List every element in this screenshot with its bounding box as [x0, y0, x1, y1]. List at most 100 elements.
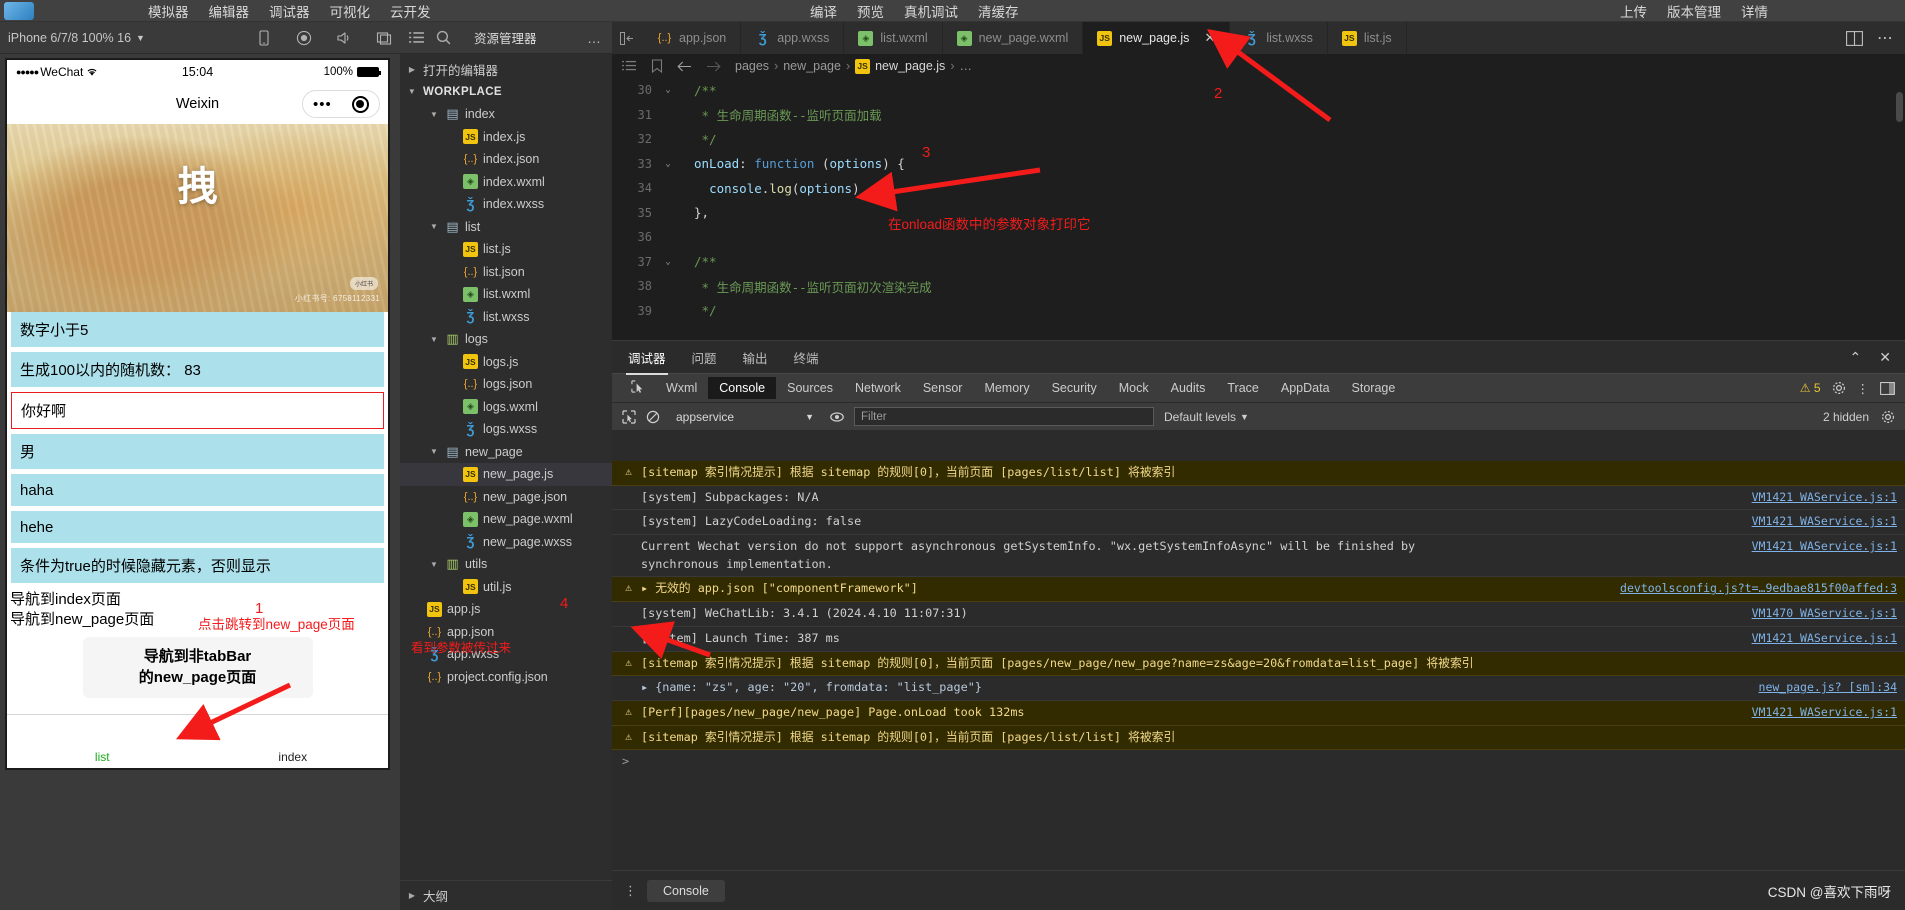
- console-log-row[interactable]: [system] LazyCodeLoading: false VM1421 WA…: [612, 510, 1905, 536]
- device-selector-label[interactable]: iPhone 6/7/8 100% 16: [8, 31, 131, 45]
- console-log-list[interactable]: ⚠ [sitemap 索引情况提示] 根据 sitemap 的规则[0]，当前页面…: [612, 461, 1905, 870]
- explorer-item-app-wxss[interactable]: ▼Ǯapp.wxss: [400, 643, 612, 666]
- editor-tab-new_page-js[interactable]: JS new_page.js ✕: [1083, 22, 1231, 54]
- console-log-source-link[interactable]: VM1421 WAService.js:1: [1738, 513, 1897, 530]
- console-log-source-link[interactable]: VM1421 WAService.js:1: [1738, 630, 1897, 647]
- close-icon[interactable]: ✕: [1879, 349, 1891, 366]
- console-log-row[interactable]: [system] WeChatLib: 3.4.1 (2024.4.10 11:…: [612, 602, 1905, 627]
- topmenu-可视化[interactable]: 可视化: [330, 1, 371, 21]
- footer-console-tab[interactable]: Console: [647, 879, 725, 902]
- explorer-item-index-wxss[interactable]: ▼Ǯindex.wxss: [400, 193, 612, 216]
- editor-tab-app-wxss[interactable]: Ǯapp.wxss: [741, 22, 845, 54]
- close-icon[interactable]: ✕: [1204, 30, 1215, 46]
- eye-icon[interactable]: [830, 410, 844, 424]
- explorer-item-new_page-wxss[interactable]: ▼Ǯnew_page.wxss: [400, 531, 612, 554]
- topmenu-版本管理[interactable]: 版本管理: [1667, 1, 1721, 21]
- console-log-source-link[interactable]: VM1421 WAService.js:1: [1738, 538, 1897, 555]
- console-log-row[interactable]: ⚠ [sitemap 索引情况提示] 根据 sitemap 的规则[0]，当前页面…: [612, 725, 1905, 751]
- devtools-tab-security[interactable]: Security: [1041, 377, 1108, 399]
- explorer-item-logs-wxml[interactable]: ▼◈logs.wxml: [400, 396, 612, 419]
- devtools-tab-storage[interactable]: Storage: [1341, 377, 1407, 399]
- chevron-right-icon[interactable]: ▶: [406, 891, 418, 900]
- breadcrumb-item-1[interactable]: new_page: [783, 59, 841, 73]
- footer-more-icon[interactable]: ⋮: [624, 883, 637, 899]
- topmenu-调试器[interactable]: 调试器: [269, 1, 310, 21]
- devtools-tab-wxml[interactable]: Wxml: [655, 377, 708, 399]
- chevron-down-icon[interactable]: ▼: [805, 412, 814, 422]
- fold-chevron-icon[interactable]: ⌄: [660, 85, 676, 95]
- explorer-outline-section[interactable]: ▶ 大纲: [400, 880, 612, 910]
- explorer-open-editors[interactable]: ▶ 打开的编辑器: [400, 58, 612, 81]
- simulator-text-input[interactable]: 你好啊: [11, 392, 384, 429]
- topmenu-上传[interactable]: 上传: [1620, 1, 1647, 21]
- explorer-more-icon[interactable]: …: [587, 30, 602, 46]
- wechat-capsule-button[interactable]: •••: [302, 90, 380, 118]
- back-arrow-icon[interactable]: [677, 60, 692, 73]
- chevron-down-icon[interactable]: ▼: [428, 110, 440, 119]
- code-editor[interactable]: 30 ⌄/** 31 * 生命周期函数--监听页面加载 32 */33 ⌄ onLoad:…: [612, 78, 1905, 340]
- log-levels-selector[interactable]: Default levels ▼: [1164, 410, 1249, 424]
- forward-arrow-icon[interactable]: [706, 60, 721, 73]
- breadcrumb-item-3[interactable]: …: [959, 59, 972, 73]
- explorer-item-app-js[interactable]: ▼JSapp.js: [400, 598, 612, 621]
- chevron-down-icon[interactable]: ▼: [428, 335, 440, 344]
- debugger-panel-tab-终端[interactable]: 终端: [794, 348, 819, 367]
- explorer-item-util-js[interactable]: ▼JSutil.js: [400, 576, 612, 599]
- devtools-tab-mock[interactable]: Mock: [1108, 377, 1160, 399]
- phone-rotate-icon[interactable]: [256, 29, 272, 46]
- tabbar-item-list[interactable]: list: [7, 750, 198, 768]
- chevron-right-icon[interactable]: ▶: [406, 65, 418, 74]
- explorer-item-list[interactable]: ▼ ▤ list: [400, 216, 612, 239]
- explorer-item-logs-wxss[interactable]: ▼Ǯlogs.wxss: [400, 418, 612, 441]
- devtools-tab-sources[interactable]: Sources: [776, 377, 844, 399]
- devtools-tab-console[interactable]: Console: [708, 377, 777, 399]
- explorer-item-app-json[interactable]: ▼{..}app.json: [400, 621, 612, 644]
- editor-tab-list-js[interactable]: JS list.js: [1327, 22, 1407, 54]
- console-log-source-link[interactable]: VM1470 WAService.js:1: [1738, 605, 1897, 622]
- console-log-row[interactable]: Current Wechat version do not support as…: [612, 535, 1905, 578]
- console-log-row[interactable]: ⚠ [sitemap 索引情况提示] 根据 sitemap 的规则[0]，当前页面…: [612, 651, 1905, 677]
- topmenu-云开发[interactable]: 云开发: [390, 1, 431, 21]
- simulator-navlink-0[interactable]: 导航到index页面: [10, 590, 385, 610]
- fold-chevron-icon[interactable]: ⌄: [660, 159, 676, 169]
- explorer-item-logs-json[interactable]: ▼{..}logs.json: [400, 373, 612, 396]
- explorer-item-new_page[interactable]: ▼ ▤ new_page: [400, 441, 612, 464]
- breadcrumb-item-2[interactable]: new_page.js: [875, 59, 945, 73]
- list-icon[interactable]: [408, 29, 425, 46]
- search-icon[interactable]: [435, 29, 452, 46]
- inspect-cursor-icon[interactable]: [620, 376, 655, 400]
- editor-tab-list-wxss[interactable]: Ǯlist.wxss: [1230, 22, 1328, 54]
- topmenu-详情[interactable]: 详情: [1741, 1, 1768, 21]
- explorer-workplace-section[interactable]: ▼ WORKPLACE: [400, 81, 612, 104]
- editor-more-icon[interactable]: ⋯: [1877, 28, 1893, 48]
- devtools-tab-trace[interactable]: Trace: [1216, 377, 1270, 399]
- breadcrumb-item-0[interactable]: pages: [735, 59, 769, 73]
- explorer-item-logs-js[interactable]: ▼JSlogs.js: [400, 351, 612, 374]
- console-log-source-link[interactable]: devtoolsconfig.js?t=…9edbae815f00affed:3: [1606, 580, 1897, 597]
- console-filter-input[interactable]: Filter: [854, 407, 1154, 426]
- tabbar-item-index[interactable]: index: [198, 750, 389, 768]
- console-log-source-link[interactable]: VM1421 WAService.js:1: [1738, 489, 1897, 506]
- chevron-down-icon[interactable]: ▼: [428, 222, 440, 231]
- target-icon[interactable]: [351, 95, 369, 113]
- explorer-item-list-wxss[interactable]: ▼Ǯlist.wxss: [400, 306, 612, 329]
- devtools-more-icon[interactable]: ⋮: [1857, 381, 1870, 396]
- chevron-down-icon[interactable]: ▼: [428, 560, 440, 569]
- explorer-item-index-json[interactable]: ▼{..}index.json: [400, 148, 612, 171]
- explorer-item-utils[interactable]: ▼ ▥ utils: [400, 553, 612, 576]
- debugger-panel-tab-输出[interactable]: 输出: [743, 348, 768, 367]
- console-log-row[interactable]: [system] Subpackages: N/A VM1421 WAServic…: [612, 486, 1905, 511]
- editor-scrollbar[interactable]: [1896, 92, 1903, 122]
- debugger-panel-tab-问题[interactable]: 问题: [692, 348, 717, 367]
- explorer-item-index-wxml[interactable]: ▼◈index.wxml: [400, 171, 612, 194]
- editor-tab-new_page-wxml[interactable]: ◈ new_page.wxml: [942, 22, 1084, 54]
- chevron-down-icon[interactable]: ▼: [1240, 412, 1249, 422]
- topmenu-模拟器[interactable]: 模拟器: [148, 1, 189, 21]
- outline-list-icon[interactable]: [622, 60, 637, 73]
- topmenu-真机调试[interactable]: 真机调试: [904, 1, 958, 21]
- explorer-item-index-js[interactable]: ▼JSindex.js: [400, 126, 612, 149]
- devtools-tab-sensor[interactable]: Sensor: [912, 377, 974, 399]
- topmenu-编译[interactable]: 编译: [810, 1, 837, 21]
- record-icon[interactable]: [296, 30, 312, 46]
- explorer-item-new_page-js[interactable]: ▼JSnew_page.js: [400, 463, 612, 486]
